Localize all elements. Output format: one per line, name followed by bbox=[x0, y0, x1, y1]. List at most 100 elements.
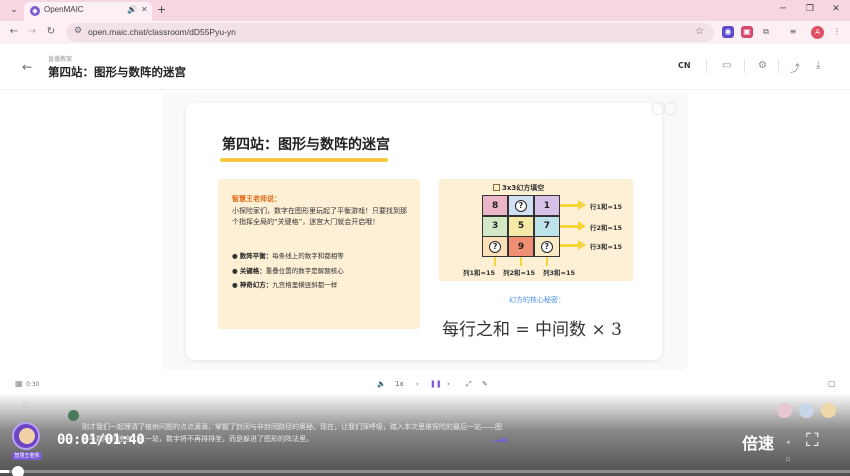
page-title: 第四站：图形与数阵的迷宫 bbox=[48, 65, 186, 79]
notes-icon[interactable]: ▤ bbox=[22, 400, 29, 408]
download-icon[interactable]: ⤓ bbox=[816, 60, 820, 71]
magic-square-cell: 5 bbox=[508, 216, 534, 236]
speaker-avatar bbox=[68, 410, 79, 421]
row-arrow-head bbox=[578, 221, 586, 231]
magic-square-grid: 8? 1 3 5 7? 9? bbox=[482, 195, 560, 257]
teacher-face bbox=[19, 428, 35, 444]
column-sum-label: 列2和=15 bbox=[503, 269, 536, 277]
back-arrow-icon[interactable]: ← bbox=[22, 60, 32, 74]
presentation-icon[interactable]: ▭ bbox=[722, 60, 731, 71]
magic-square-cell: ? bbox=[483, 237, 508, 256]
teacher-avatar[interactable] bbox=[12, 422, 40, 450]
back-icon[interactable]: ← bbox=[7, 26, 21, 37]
hint-bullet: ● 数阵平衡：每条线上的数字和都相等 bbox=[232, 252, 344, 260]
slide-decoration-icon: ◯◯ bbox=[651, 101, 678, 116]
row-arrow-head bbox=[578, 240, 586, 250]
magic-square-cell: 8 bbox=[483, 196, 508, 215]
row-arrow-head bbox=[578, 200, 586, 210]
settings-icon[interactable]: ⚙ bbox=[758, 60, 767, 71]
teacher-name-tag: 智慧王老师 bbox=[12, 452, 42, 460]
previous-slide-icon[interactable]: ‹ bbox=[416, 380, 419, 388]
close-tab-icon[interactable]: ✕ bbox=[141, 5, 148, 14]
forward-icon[interactable]: → bbox=[25, 26, 39, 37]
elapsed-time-small: 0:30 bbox=[26, 381, 40, 388]
title-underline bbox=[220, 158, 388, 162]
more-menu-icon[interactable]: ⋮ bbox=[831, 26, 843, 38]
progress-knob[interactable] bbox=[12, 466, 24, 476]
magic-square-cell: 7 bbox=[534, 216, 559, 236]
slides-grid-icon[interactable]: ▦ bbox=[15, 379, 23, 388]
column-sum-label: 列3和=15 bbox=[543, 269, 576, 277]
magic-square-cell: ? bbox=[534, 237, 559, 256]
magic-square-cell: ? bbox=[508, 196, 534, 215]
magic-square-title: 3x3幻方填空 bbox=[493, 183, 544, 193]
row-arrow bbox=[560, 204, 580, 207]
small-control-icon[interactable]: ◂ bbox=[786, 438, 790, 446]
tab-title: OpenMAIC bbox=[44, 5, 84, 14]
new-tab-button[interactable]: + bbox=[157, 3, 166, 16]
subtitle-text: 刚才我们一起理清了植树问题的点点滴滴，掌握了封闭与非封闭路径的奥秘。现在，让我们… bbox=[82, 423, 502, 443]
progress-track[interactable] bbox=[0, 470, 850, 473]
media-control-icon[interactable]: ≡ bbox=[787, 26, 799, 38]
core-secret-label: 幻方的核心秘密： bbox=[509, 296, 565, 304]
profile-avatar[interactable]: A bbox=[811, 26, 824, 39]
next-slide-icon[interactable]: › bbox=[447, 380, 450, 388]
column-connector bbox=[546, 257, 548, 266]
hint-body: 小探险家们，数字在图形里玩起了平衡游戏！只要找到那个指挥全局的“关键格”，迷宫大… bbox=[232, 207, 407, 226]
extension-icon[interactable]: ▣ bbox=[741, 26, 753, 38]
reload-icon[interactable]: ↻ bbox=[44, 26, 58, 37]
video-timecode: 00:01/01:40 bbox=[57, 432, 145, 448]
address-bar[interactable]: ⚙ open.maic.chat/classroom/dD55Pyu-yn ☆ bbox=[66, 23, 714, 42]
app-header: ← 直播教案 第四站：图形与数阵的迷宫 CN ▭ ⚙ ⤴ ⤓ bbox=[0, 44, 850, 90]
audio-wave-icon: ▁▂▃ bbox=[493, 434, 507, 442]
row-sum-label: 行1和=15 bbox=[590, 203, 623, 211]
browser-tab[interactable]: ◆ OpenMAIC 🔊 ✕ bbox=[24, 2, 152, 21]
hint-bullet: ● 神奇幻方：九宫格里横竖斜都一样 bbox=[232, 281, 338, 289]
row-sum-label: 行3和=15 bbox=[590, 243, 623, 251]
participant-avatar[interactable] bbox=[821, 403, 836, 418]
column-sum-label: 列1和=15 bbox=[463, 269, 496, 277]
hint-heading: 智慧王老师说： bbox=[232, 195, 281, 203]
magic-square-cell: 9 bbox=[508, 237, 534, 256]
question-mark-icon: ? bbox=[489, 240, 502, 253]
row-arrow bbox=[560, 225, 580, 228]
browser-toolbar: ← → ↻ ⚙ open.maic.chat/classroom/dD55Pyu… bbox=[0, 21, 850, 44]
formula: 每行之和 = 中间数 × 3 bbox=[442, 320, 622, 340]
volume-icon[interactable]: 🔈 bbox=[377, 380, 386, 388]
bookmark-star-icon[interactable]: ☆ bbox=[695, 26, 704, 37]
pause-icon[interactable]: ❚❚ bbox=[430, 380, 442, 388]
browser-tab-bar: ⌄ ◆ OpenMAIC 🔊 ✕ + ─ ❐ ✕ bbox=[0, 0, 850, 21]
puzzle-icon[interactable]: ⧉ bbox=[760, 26, 772, 38]
chat-icon[interactable]: ▢ bbox=[828, 379, 836, 388]
pointer-tool-icon[interactable]: ⤢ bbox=[466, 380, 472, 389]
participant-avatar[interactable] bbox=[777, 403, 792, 418]
column-connector bbox=[520, 257, 522, 266]
row-sum-label: 行2和=15 bbox=[590, 224, 623, 232]
settings-small-icon[interactable]: ▫ bbox=[786, 455, 791, 463]
divider bbox=[744, 59, 745, 73]
speed-button[interactable]: 倍速 bbox=[742, 430, 774, 454]
close-window-icon[interactable]: ✕ bbox=[829, 4, 843, 14]
progress-fill bbox=[0, 470, 9, 473]
minimize-icon[interactable]: ─ bbox=[776, 4, 790, 14]
site-info-icon[interactable]: ⚙ bbox=[74, 26, 82, 36]
pen-tool-icon[interactable]: ✎ bbox=[482, 380, 488, 388]
language-button[interactable]: CN bbox=[678, 61, 691, 70]
speaker-icon[interactable]: 🔊 bbox=[127, 5, 137, 14]
magic-square-cell: 1 bbox=[534, 196, 559, 215]
question-mark-icon: ? bbox=[540, 240, 553, 253]
row-arrow bbox=[560, 244, 580, 247]
participant-avatar[interactable] bbox=[799, 403, 814, 418]
slide-title: 第四站：图形与数阵的迷宫 bbox=[222, 137, 390, 153]
magic-square-cell: 3 bbox=[483, 216, 508, 236]
question-mark-icon: ? bbox=[514, 199, 527, 212]
extension-icon[interactable]: ◉ bbox=[722, 26, 734, 38]
maximize-icon[interactable]: ❐ bbox=[803, 4, 817, 14]
tab-search-icon[interactable]: ⌄ bbox=[8, 4, 20, 16]
breadcrumb: 直播教案 bbox=[48, 56, 73, 63]
fullscreen-icon[interactable]: ⛶ bbox=[806, 430, 819, 451]
share-icon[interactable]: ⤴ bbox=[790, 60, 800, 75]
url-text[interactable]: open.maic.chat/classroom/dD55Pyu-yn bbox=[88, 27, 236, 37]
grid-icon bbox=[493, 184, 500, 191]
playback-speed-button[interactable]: 1x bbox=[395, 380, 404, 388]
